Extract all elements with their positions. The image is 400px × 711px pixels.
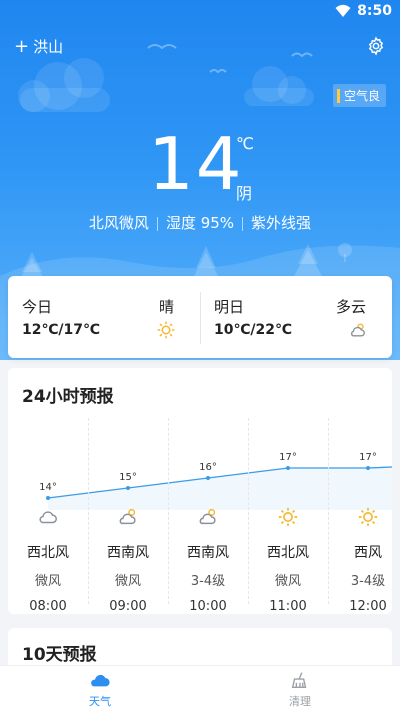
temperature-point [286, 466, 290, 470]
plus-icon: + [14, 35, 30, 57]
day-temp-range: 10℃/22℃ [214, 322, 292, 338]
hourly-item[interactable]: 西南风 3-4级 10:00 [168, 506, 248, 614]
hourly-item[interactable]: 西南风 微风 09:00 [88, 506, 168, 614]
bottom-tab-bar: 天气 清理 [0, 665, 400, 711]
wind-direction: 西风 [354, 545, 382, 561]
tab-label: 天气 [89, 695, 111, 708]
status-time: 8:50 [357, 3, 392, 19]
sun-icon [157, 321, 175, 339]
wind-info: 北风微风 [88, 214, 149, 232]
hour-time: 08:00 [29, 599, 67, 614]
day-label: 明日 [214, 298, 245, 316]
wind-level: 3-4级 [350, 574, 386, 589]
tab-label: 清理 [289, 695, 311, 708]
divider [242, 216, 244, 231]
sun-icon [358, 507, 378, 527]
divider [156, 216, 158, 231]
temperature-label: 17° [279, 452, 297, 463]
temperature-point [126, 486, 130, 490]
broom-icon [291, 672, 307, 689]
wind-level: 3-4级 [190, 574, 226, 589]
humidity-info: 湿度 95% [165, 214, 235, 232]
partly-cloudy-icon [119, 508, 136, 525]
wind-direction: 西南风 [107, 545, 149, 561]
air-quality-label: 空气良 [343, 89, 380, 103]
temperature-label: 16° [199, 462, 217, 473]
hourly-item[interactable]: 西风 3-4级 12:00 [328, 506, 392, 614]
temperature-label: 17° [359, 452, 377, 463]
uv-info: 紫外线强 [251, 214, 312, 232]
temperature-label: 14° [39, 482, 57, 493]
city-name: 洪山 [33, 38, 64, 56]
current-temperature: 14 [148, 122, 244, 206]
hour-time: 11:00 [269, 599, 307, 614]
wind-direction: 西北风 [267, 545, 309, 561]
day-condition: 晴 [158, 298, 174, 316]
current-temperature-block: 14 [148, 128, 244, 200]
today-forecast[interactable]: 今日 晴 12℃/17℃ [8, 276, 188, 358]
add-city-button[interactable]: + 洪山 [14, 36, 63, 57]
hourly-item[interactable]: 西北风 微风 08:00 [8, 506, 88, 614]
day-temp-range: 12℃/17℃ [22, 322, 100, 338]
hourly-title: 24小时预报 [22, 387, 114, 407]
temperature-point [206, 476, 210, 480]
day-condition: 多云 [335, 298, 366, 316]
day-label: 今日 [22, 298, 53, 316]
tomorrow-forecast[interactable]: 明日 多云 10℃/22℃ [200, 276, 380, 358]
wind-level: 微风 [274, 574, 301, 589]
current-condition: 阴 [236, 184, 253, 203]
air-quality-badge[interactable]: 空气良 [332, 84, 386, 107]
temperature-label: 15° [119, 472, 137, 483]
tab-weather[interactable]: 天气 [0, 670, 200, 709]
weather-cloud-icon [91, 674, 110, 687]
wind-level: 微风 [34, 574, 61, 589]
hourly-item[interactable]: 西北风 微风 11:00 [248, 506, 328, 614]
wifi-icon [335, 4, 351, 17]
wind-direction: 西南风 [187, 545, 229, 561]
wind-level: 微风 [114, 574, 141, 589]
temperature-area [48, 467, 392, 510]
current-details: 北风微风 湿度 95% 紫外线强 [0, 212, 400, 233]
partly-cloudy-icon [199, 508, 216, 525]
status-bar: 8:50 [0, 0, 400, 24]
partly-cloudy-icon [351, 323, 365, 337]
today-tomorrow-card: 今日 晴 12℃/17℃ 明日 多云 10℃/22℃ [8, 276, 392, 358]
ten-day-title: 10天预报 [22, 645, 97, 665]
gear-icon[interactable] [366, 36, 386, 56]
temperature-unit: ℃ [236, 134, 254, 153]
wind-direction: 西北风 [27, 545, 69, 561]
hour-time: 09:00 [109, 599, 147, 614]
temperature-point [46, 496, 50, 500]
hourly-temperature-chart: 14° 15° 16° 17° 17° [39, 452, 392, 510]
sun-icon [278, 507, 298, 527]
temperature-point [366, 466, 370, 470]
air-quality-indicator [336, 88, 340, 103]
cloud-icon [39, 511, 57, 524]
top-bar: + 洪山 [0, 32, 400, 62]
hour-time: 10:00 [189, 599, 227, 614]
tab-clean[interactable]: 清理 [200, 670, 400, 709]
hour-time: 12:00 [349, 599, 387, 614]
hourly-forecast-card[interactable]: 24小时预报 14° 15° 16° 17° 17° 西北风 微风 08:00 西南风 … [8, 368, 392, 614]
